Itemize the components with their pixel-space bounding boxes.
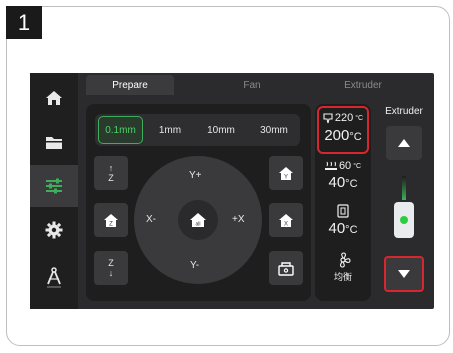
x-plus-button[interactable]: +X (232, 214, 245, 225)
sidebar-item-settings[interactable] (30, 209, 78, 251)
extruder-control: Extruder (376, 104, 432, 301)
nozzle-current-value: 200 (324, 127, 350, 144)
triangle-down-icon (398, 270, 410, 278)
extrude-up-button[interactable] (386, 126, 422, 160)
nozzle-icon (323, 112, 333, 123)
z-up-button[interactable]: ↑ Z (94, 156, 128, 190)
home-y-icon: Y (279, 166, 293, 180)
sliders-icon (46, 178, 62, 194)
step-size-selector: 0.1mm 1mm 10mm 30mm (95, 114, 300, 146)
balance-button[interactable]: 均衡 (317, 252, 369, 292)
home-all-button[interactable]: all (178, 200, 218, 240)
sidebar-item-calibration[interactable] (30, 257, 78, 299)
printer-screen: Prepare Fan Extruder 0.1mm 1mm 10mm 30mm… (30, 73, 434, 309)
sidebar-item-home[interactable] (30, 77, 78, 119)
nozzle-temperature[interactable]: 220 °C 200°C (317, 106, 369, 154)
home-x-icon: X (279, 213, 293, 227)
motor-unlock-icon (278, 261, 294, 276)
tab-bar: Prepare Fan Extruder (86, 75, 426, 95)
chamber-temperature[interactable]: 40°C (317, 204, 369, 246)
motors-off-button[interactable] (269, 251, 303, 285)
svg-text:X: X (284, 221, 288, 227)
sidebar-item-controls[interactable] (30, 165, 78, 207)
folder-icon (46, 136, 62, 149)
tab-prepare[interactable]: Prepare (86, 75, 174, 95)
bed-current-unit: °C (345, 178, 358, 190)
tab-extruder[interactable]: Extruder (318, 75, 408, 95)
step-30mm-button[interactable]: 30mm (251, 116, 297, 144)
move-panel: 0.1mm 1mm 10mm 30mm ↑ Z Z Z ↓ Y+ Y- X- +… (86, 104, 311, 301)
chamber-current-value: 40 (328, 220, 346, 237)
home-z-button[interactable]: Z (94, 203, 128, 237)
bed-temperature[interactable]: 60 °C 40°C (317, 160, 369, 200)
filament-line (402, 176, 406, 200)
heated-bed-icon (324, 161, 337, 170)
home-y-button[interactable]: Y (269, 156, 303, 190)
chamber-icon (337, 204, 349, 218)
extruder-head (394, 202, 414, 238)
nozzle-target-value: 220 (334, 112, 354, 124)
home-icon (46, 91, 62, 105)
gear-icon (45, 221, 63, 239)
bed-target-unit: °C (353, 162, 362, 170)
step-number-badge: 1 (6, 6, 42, 39)
y-minus-button[interactable]: Y- (190, 260, 199, 271)
step-1mm-button[interactable]: 1mm (150, 116, 190, 144)
chamber-current-unit: °C (345, 224, 358, 236)
z-down-button[interactable]: Z ↓ (94, 251, 128, 285)
extruder-label: Extruder (385, 106, 423, 117)
extruder-illustration (394, 176, 414, 268)
retract-down-button[interactable] (384, 256, 424, 292)
z-up-label: Z (108, 173, 114, 183)
extruder-status-led (400, 216, 408, 224)
x-minus-button[interactable]: X- (146, 214, 156, 225)
nozzle-current-unit: °C (349, 131, 362, 143)
step-10mm-button[interactable]: 10mm (198, 116, 244, 144)
svg-text:Z: Z (109, 221, 113, 227)
home-all-icon: all (190, 213, 206, 228)
arrow-up-icon: ↑ (108, 163, 114, 173)
bed-target-value: 60 (338, 160, 352, 172)
triangle-up-icon (398, 139, 410, 147)
xy-dpad: Y+ Y- X- +X all (134, 156, 262, 284)
sidebar-item-files[interactable] (30, 121, 78, 163)
compass-icon (47, 267, 61, 288)
step-0.1mm-button[interactable]: 0.1mm (98, 116, 143, 144)
fan-balance-icon (339, 252, 351, 268)
tab-fan[interactable]: Fan (212, 75, 292, 95)
sidebar (30, 73, 78, 309)
nozzle-target-unit: °C (355, 114, 364, 122)
temperature-panel: 220 °C 200°C 60 °C 40°C 40°C 均衡 (315, 104, 371, 301)
home-x-button[interactable]: X (269, 203, 303, 237)
svg-text:Y: Y (284, 174, 288, 180)
z-down-label: Z (108, 258, 114, 268)
y-plus-button[interactable]: Y+ (189, 170, 202, 181)
svg-text:all: all (195, 222, 200, 228)
bed-current-value: 40 (328, 174, 346, 191)
balance-label: 均衡 (333, 273, 352, 283)
home-z-icon: Z (104, 213, 118, 227)
arrow-down-icon: ↓ (108, 268, 114, 278)
